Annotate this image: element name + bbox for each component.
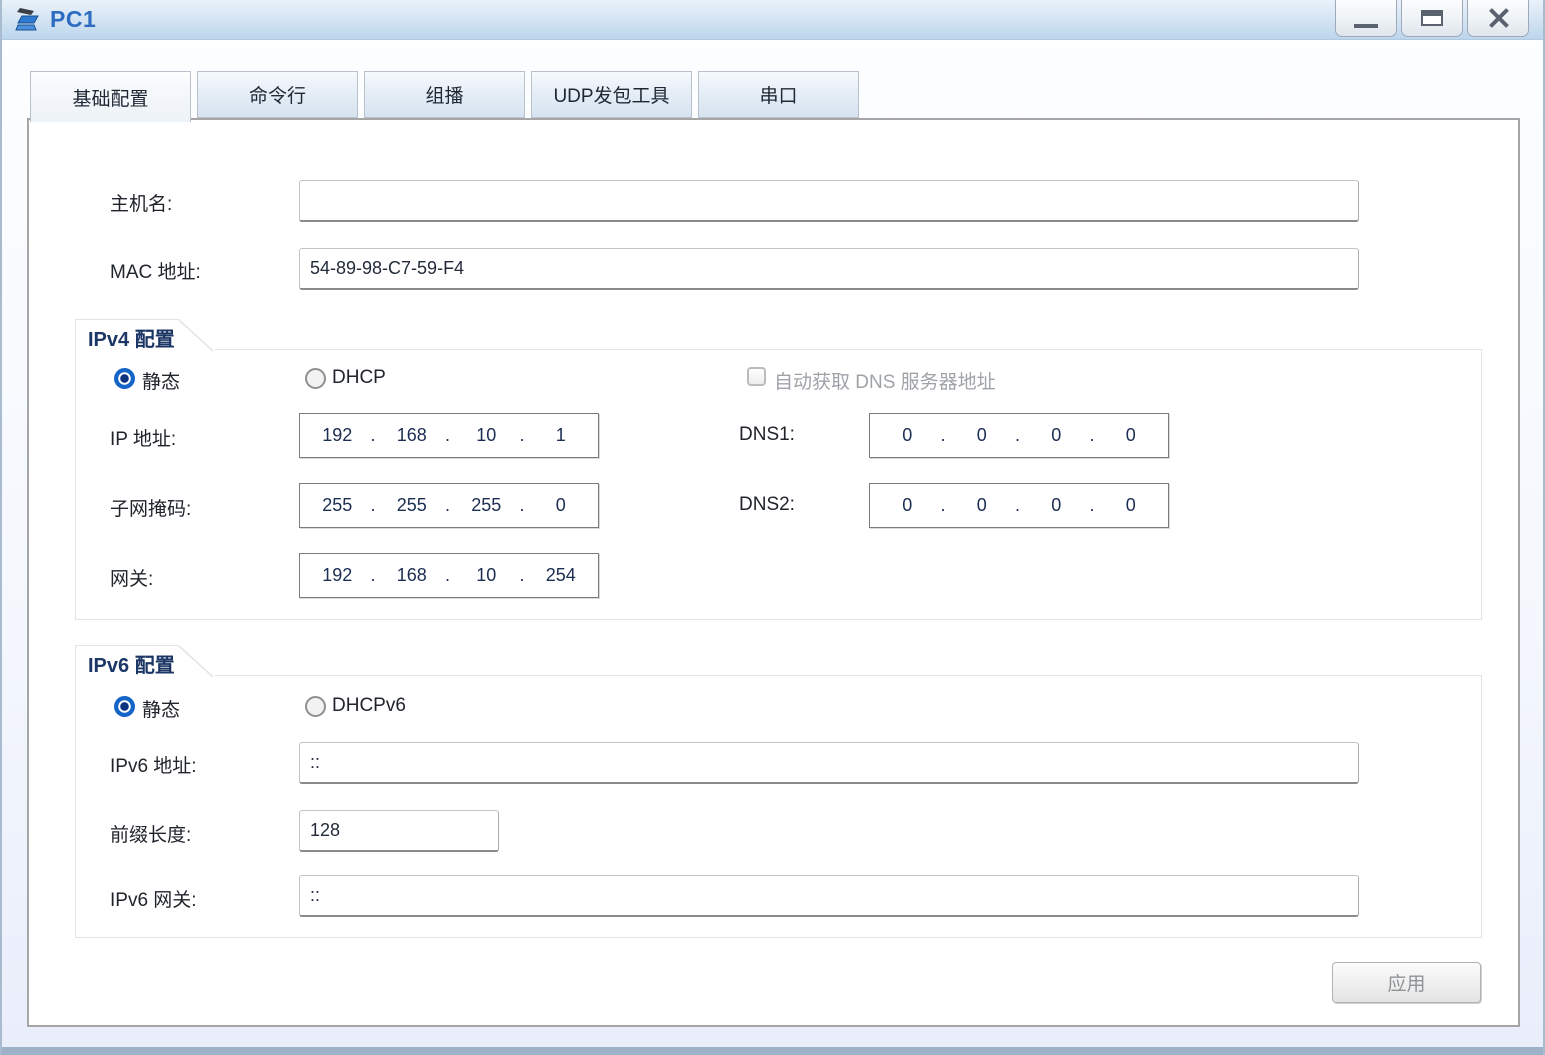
ipv4-group-header: IPv4 配置 — [75, 319, 215, 352]
tab-command-line[interactable]: 命令行 — [197, 71, 358, 118]
dns-auto-label: 自动获取 DNS 服务器地址 — [774, 372, 996, 393]
ipv6-address-input[interactable] — [299, 742, 1359, 784]
mac-input[interactable] — [299, 248, 1359, 290]
dns1-octet-4: 0 — [1090, 425, 1169, 446]
close-button[interactable] — [1467, 0, 1529, 37]
subnet-mask-input[interactable]: 255 255 255 0 — [299, 483, 599, 528]
ip-address-label: IP 地址: — [110, 429, 177, 450]
dns1-octet-3: 0 — [1015, 425, 1094, 446]
ip-address-input[interactable]: 192 168 10 1 — [299, 413, 599, 458]
ipv4-dhcp-label: DHCP — [332, 367, 386, 388]
dns2-label: DNS2: — [739, 494, 795, 515]
ipv6-static-radio[interactable] — [114, 696, 135, 717]
close-icon — [1487, 7, 1509, 29]
ipv4-dhcp-radio[interactable] — [305, 368, 326, 389]
tab-multicast[interactable]: 组播 — [364, 71, 525, 118]
tab-udp-tool[interactable]: UDP发包工具 — [531, 71, 692, 118]
pc-config-window: PC1 基础配置 命令行 组播 UDP发包工具 串口 主机名: MAC 地址: … — [0, 0, 1545, 1055]
titlebar[interactable]: PC1 — [2, 0, 1543, 40]
mask-octet-2: 255 — [371, 495, 450, 516]
gw-octet-1: 192 — [322, 565, 353, 585]
window-bottom-edge — [2, 1047, 1543, 1055]
ip-octet-2: 168 — [371, 425, 450, 446]
group-tab-diagonal — [178, 645, 215, 678]
dns2-octet-4: 0 — [1090, 495, 1169, 516]
dns1-octet-2: 0 — [941, 425, 1020, 446]
gw-octet-3: 10 — [445, 565, 524, 586]
dns2-octet-1: 0 — [902, 495, 913, 515]
prefix-length-input[interactable] — [299, 810, 499, 852]
ipv6-group-header: IPv6 配置 — [75, 645, 215, 678]
pc-icon — [14, 6, 42, 34]
minimize-icon — [1354, 24, 1378, 28]
prefix-length-label: 前缀长度: — [110, 825, 192, 846]
ipv4-group-label: IPv4 配置 — [88, 329, 175, 351]
ipv4-static-label: 静态 — [142, 372, 181, 393]
dns2-input[interactable]: 0 0 0 0 — [869, 483, 1169, 528]
ip-octet-3: 10 — [445, 425, 524, 446]
mask-octet-3: 255 — [445, 495, 524, 516]
minimize-button[interactable] — [1335, 0, 1397, 37]
apply-button[interactable]: 应用 — [1332, 962, 1481, 1003]
tab-basic-config[interactable]: 基础配置 — [30, 71, 191, 122]
ipv6-dhcp-radio[interactable] — [305, 696, 326, 717]
tab-serial[interactable]: 串口 — [698, 71, 859, 118]
ip-octet-1: 192 — [322, 425, 353, 445]
gw-octet-2: 168 — [371, 565, 450, 586]
dns1-label: DNS1: — [739, 424, 795, 445]
subnet-mask-label: 子网掩码: — [110, 499, 192, 520]
dns2-octet-3: 0 — [1015, 495, 1094, 516]
mask-octet-4: 0 — [520, 495, 599, 516]
window-controls — [1335, 0, 1529, 37]
ipv6-address-label: IPv6 地址: — [110, 756, 197, 777]
ipv6-static-label: 静态 — [142, 700, 181, 721]
mac-label: MAC 地址: — [110, 262, 201, 283]
ipv6-gateway-input[interactable] — [299, 875, 1359, 917]
hostname-input[interactable] — [299, 180, 1359, 222]
dns-auto-checkbox[interactable] — [747, 367, 766, 386]
ip-octet-4: 1 — [520, 425, 599, 446]
window-title: PC1 — [50, 6, 97, 32]
dns1-octet-1: 0 — [902, 425, 913, 445]
hostname-label: 主机名: — [110, 194, 173, 215]
ipv4-static-radio[interactable] — [114, 368, 135, 389]
dns2-octet-2: 0 — [941, 495, 1020, 516]
maximize-icon — [1421, 10, 1443, 26]
gateway-label: 网关: — [110, 569, 154, 590]
maximize-button[interactable] — [1401, 0, 1463, 37]
mask-octet-1: 255 — [322, 495, 353, 515]
dns1-input[interactable]: 0 0 0 0 — [869, 413, 1169, 458]
gw-octet-4: 254 — [520, 565, 599, 586]
group-tab-diagonal — [178, 319, 215, 352]
ipv6-dhcp-label: DHCPv6 — [332, 695, 406, 716]
ipv6-group-label: IPv6 配置 — [88, 655, 175, 677]
ipv6-gateway-label: IPv6 网关: — [110, 890, 197, 911]
gateway-input[interactable]: 192 168 10 254 — [299, 553, 599, 598]
